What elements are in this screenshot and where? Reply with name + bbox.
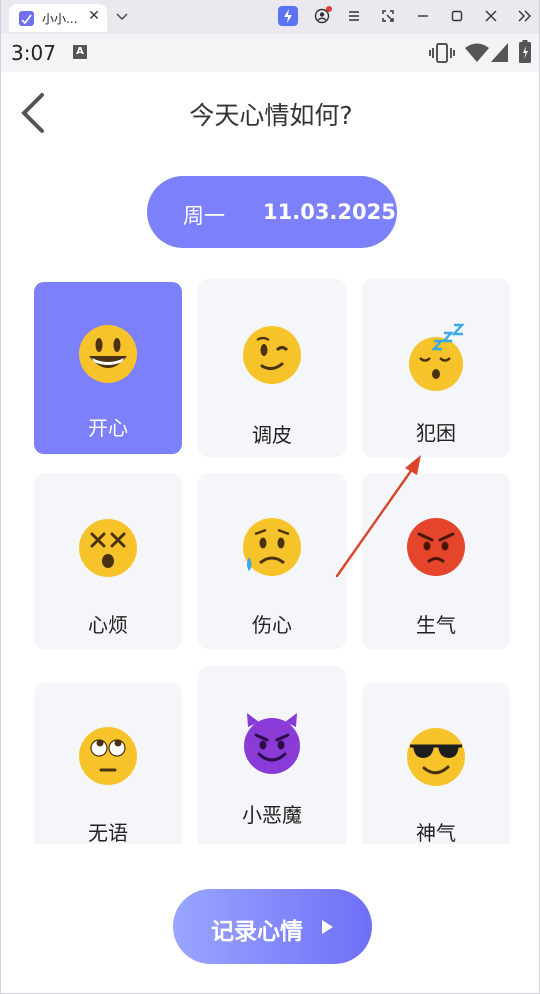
mood-label: 神气	[416, 821, 456, 844]
minimize-icon[interactable]	[413, 6, 433, 26]
mood-label: 犯困	[416, 421, 456, 445]
wifi-icon	[465, 43, 489, 62]
page-title: 今天心情如何?	[189, 101, 353, 130]
double-chevron-icon[interactable]	[515, 6, 535, 26]
signal-icon	[491, 43, 508, 62]
mood-label: 开心	[88, 416, 128, 440]
tab-title: 小小...	[42, 12, 78, 26]
dizzy-face-icon	[78, 518, 138, 578]
chevron-down-icon[interactable]	[113, 8, 131, 26]
mood-card-sleepy[interactable]: 犯困	[362, 279, 510, 457]
notification-a-icon: A	[73, 45, 87, 59]
app-window: 小小... ✕ 3:07 A 今天心情如何? 周一 11.03.2025 开心 …	[0, 0, 540, 994]
play-icon	[322, 920, 333, 934]
notification-dot	[326, 6, 332, 12]
weekday-label: 周一	[183, 204, 225, 228]
mood-card-annoyed[interactable]: 心烦	[34, 473, 182, 649]
record-mood-button[interactable]: 记录心情	[173, 889, 372, 964]
date-label: 11.03.2025	[263, 200, 396, 224]
profile-icon[interactable]	[312, 6, 332, 26]
status-time: 3:07	[11, 41, 56, 65]
close-icon[interactable]	[481, 6, 501, 26]
maximize-icon[interactable]	[447, 6, 467, 26]
mood-grid: 开心 调皮 犯困 心烦 伤心 生气 无语 小恶魔 神气	[1, 270, 539, 844]
mood-card-sad[interactable]: 伤心	[198, 473, 346, 649]
mood-card-speechless[interactable]: 无语	[34, 683, 182, 844]
angry-face-icon	[406, 517, 466, 577]
tab-close-icon[interactable]: ✕	[85, 7, 103, 25]
status-bar: 3:07 A	[1, 34, 539, 72]
favicon-icon	[19, 11, 34, 26]
eye-roll-face-icon	[78, 726, 138, 786]
mood-card-cool[interactable]: 神气	[362, 683, 510, 844]
battery-icon	[519, 40, 531, 63]
mood-label: 小恶魔	[242, 803, 302, 827]
mood-label: 调皮	[252, 423, 292, 447]
grinning-face-icon	[78, 324, 138, 384]
screenshot-icon[interactable]	[378, 6, 398, 26]
smiling-devil-icon	[242, 713, 302, 774]
mood-label: 心烦	[88, 613, 128, 637]
vibrate-icon	[429, 43, 455, 63]
mood-label: 无语	[88, 821, 128, 844]
mood-label: 生气	[416, 613, 456, 637]
sunglasses-face-icon	[406, 727, 466, 787]
mood-label: 伤心	[252, 613, 292, 637]
zzz-icon	[432, 323, 465, 351]
browser-tab[interactable]: 小小... ✕	[9, 4, 107, 32]
record-button-label: 记录心情	[211, 919, 303, 945]
date-selector[interactable]: 周一 11.03.2025	[147, 176, 397, 248]
mood-card-naughty[interactable]: 调皮	[198, 279, 346, 457]
winking-face-icon	[242, 325, 302, 385]
mood-card-angry[interactable]: 生气	[362, 473, 510, 649]
mood-card-happy[interactable]: 开心	[34, 282, 182, 454]
menu-icon[interactable]	[344, 6, 364, 26]
mood-card-little-devil[interactable]: 小恶魔	[198, 666, 346, 844]
lightning-icon[interactable]	[278, 6, 298, 26]
browser-titlebar: 小小... ✕	[1, 0, 539, 34]
sad-sweat-face-icon	[242, 517, 302, 577]
